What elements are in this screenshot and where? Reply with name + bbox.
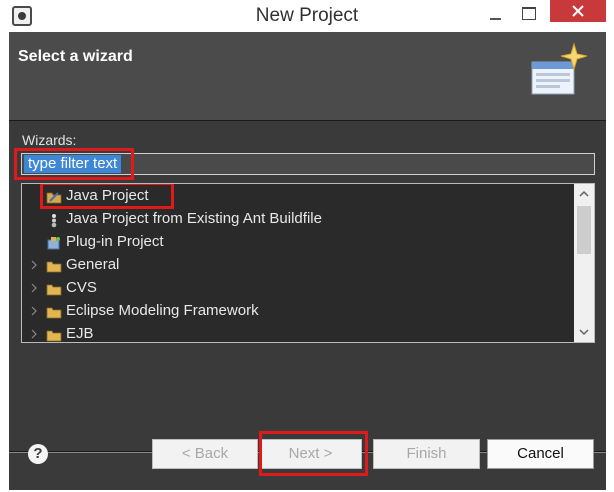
- highlight-box-filter: [14, 148, 134, 180]
- tree-item-ejb[interactable]: EJB: [22, 323, 574, 342]
- folder-icon: [46, 261, 62, 273]
- expand-arrow-icon[interactable]: [31, 329, 37, 339]
- tree-item-plugin-project[interactable]: Plug-in Project: [22, 231, 574, 254]
- scroll-down-arrow-icon[interactable]: [574, 322, 594, 342]
- tree-item-emf[interactable]: Eclipse Modeling Framework: [22, 300, 574, 323]
- folder-icon: [46, 307, 62, 319]
- close-button[interactable]: [550, 0, 606, 22]
- scroll-up-arrow-icon[interactable]: [574, 184, 594, 204]
- back-button[interactable]: < Back: [152, 439, 258, 469]
- tree-item-cvs[interactable]: CVS: [22, 277, 574, 300]
- page-title: Select a wizard: [18, 48, 133, 65]
- minimize-button[interactable]: [486, 6, 506, 26]
- tree-item-label: General: [66, 256, 120, 273]
- title-bar: New Project: [0, 0, 614, 32]
- wizard-header: Select a wizard: [9, 32, 606, 120]
- tree-item-java-ant[interactable]: Java Project from Existing Ant Buildfile: [22, 208, 574, 231]
- maximize-button[interactable]: [519, 3, 539, 23]
- tree-item-general[interactable]: General: [22, 254, 574, 277]
- tree-scrollbar[interactable]: [574, 184, 594, 342]
- highlight-box-java-project: [40, 184, 174, 209]
- tree-item-label: CVS: [66, 279, 97, 296]
- wizard-body: Wizards: type filter text Java Project J…: [9, 121, 606, 451]
- plugin-project-icon: [47, 237, 60, 250]
- tree-item-label: EJB: [66, 325, 94, 342]
- wizard-tree[interactable]: Java Project Java Project from Existing …: [21, 183, 595, 343]
- tree-item-label: Plug-in Project: [66, 233, 164, 250]
- tree-item-label: Eclipse Modeling Framework: [66, 302, 259, 319]
- wizards-label: Wizards:: [22, 132, 77, 148]
- expand-arrow-icon[interactable]: [31, 260, 37, 270]
- folder-icon: [46, 284, 62, 296]
- scrollbar-thumb[interactable]: [577, 206, 591, 254]
- expand-arrow-icon[interactable]: [31, 306, 37, 316]
- tree-item-java-project[interactable]: Java Project: [22, 184, 574, 209]
- cancel-button[interactable]: Cancel: [487, 439, 594, 469]
- close-icon: [572, 5, 584, 17]
- ant-icon: [51, 214, 57, 228]
- wizard-banner-icon: [531, 42, 588, 95]
- highlight-box-next: [259, 431, 368, 476]
- help-icon[interactable]: ?: [28, 444, 48, 464]
- finish-button[interactable]: Finish: [373, 439, 480, 469]
- new-project-dialog: Select a wizard Wizards: type filter tex…: [9, 32, 606, 490]
- expand-arrow-icon[interactable]: [31, 283, 37, 293]
- tree-item-label: Java Project from Existing Ant Buildfile: [66, 210, 322, 227]
- folder-icon: [46, 330, 62, 342]
